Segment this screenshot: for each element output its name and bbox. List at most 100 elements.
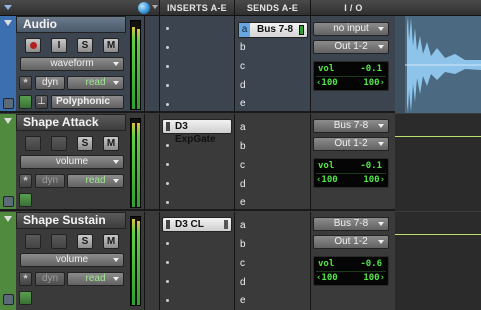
- track-view-selector[interactable]: volume: [20, 155, 124, 169]
- record-enable-button[interactable]: [25, 234, 41, 249]
- send-b-slot[interactable]: b: [240, 42, 246, 53]
- input-selector[interactable]: Bus 7-8: [313, 217, 389, 231]
- send-d-slot[interactable]: d: [240, 80, 246, 91]
- track-shape-sustain[interactable]: Shape Sustain S M volume * dyn read D3 C…: [0, 212, 481, 310]
- send-c-slot[interactable]: c: [240, 61, 245, 72]
- send-a-slot[interactable]: a: [240, 220, 246, 231]
- insert-slot-d[interactable]: [166, 280, 169, 283]
- insert-slot-c[interactable]: [166, 65, 169, 68]
- meter-left: [132, 123, 135, 207]
- expand-triangle-icon[interactable]: [4, 20, 12, 26]
- track-name[interactable]: Audio: [16, 16, 126, 33]
- volume-pan-display[interactable]: vol -0.1 ‹100 100›: [313, 158, 389, 188]
- edit-pencil-icon[interactable]: [19, 291, 32, 305]
- insert-slot-e[interactable]: [166, 201, 169, 204]
- automation-type-button[interactable]: dyn: [35, 174, 65, 188]
- track-name[interactable]: Shape Attack: [16, 114, 126, 131]
- insert-slot-d[interactable]: [166, 182, 169, 185]
- track-view-selector[interactable]: waveform: [20, 57, 124, 71]
- voice-selector[interactable]: Polyphonic: [51, 95, 124, 109]
- automation-type-button[interactable]: dyn: [35, 76, 65, 90]
- send-a-slot[interactable]: a Bus 7-8: [238, 22, 308, 38]
- track-name[interactable]: Shape Sustain: [16, 212, 126, 229]
- automation-mode-selector[interactable]: read: [67, 272, 124, 286]
- send-a-slot[interactable]: a: [240, 122, 246, 133]
- meter-right: [137, 123, 140, 207]
- solo-button[interactable]: S: [77, 234, 93, 249]
- automation-asterisk-icon[interactable]: *: [19, 76, 32, 90]
- insert-plugin-a[interactable]: D3 ExpGate: [162, 119, 232, 145]
- volume-automation-line[interactable]: [395, 136, 481, 137]
- waveform-graphic: [405, 16, 481, 113]
- insert-slot-b[interactable]: [166, 242, 169, 245]
- input-monitor-button[interactable]: [51, 136, 67, 151]
- insert-slot-a[interactable]: [166, 27, 169, 30]
- solo-button[interactable]: S: [77, 38, 93, 53]
- automation-mode-selector[interactable]: read: [67, 76, 124, 90]
- pan-left-value: ‹100: [316, 175, 338, 185]
- send-d-slot[interactable]: d: [240, 179, 246, 190]
- input-selector[interactable]: Bus 7-8: [313, 119, 389, 133]
- volume-pan-display[interactable]: vol -0.1 ‹100 100›: [313, 61, 389, 91]
- insert-slot-b[interactable]: [166, 46, 169, 49]
- expand-triangle-icon[interactable]: [4, 216, 12, 222]
- automation-asterisk-icon[interactable]: *: [19, 272, 32, 286]
- send-b-slot[interactable]: b: [240, 141, 246, 152]
- sends-header: SENDS A-E: [234, 0, 310, 16]
- volume-pan-display[interactable]: vol -0.6 ‹100 100›: [313, 256, 389, 286]
- send-d-slot[interactable]: d: [240, 277, 246, 288]
- insert-slot-d[interactable]: [166, 84, 169, 87]
- track-shape-attack[interactable]: Shape Attack S M volume * dyn read D3 Ex…: [0, 114, 481, 211]
- send-e-slot[interactable]: e: [240, 98, 246, 109]
- insert-slot-c[interactable]: [166, 163, 169, 166]
- send-b-slot[interactable]: b: [240, 239, 246, 250]
- divider: [144, 114, 145, 211]
- insert-slot-e[interactable]: [166, 103, 169, 106]
- automation-mode-selector[interactable]: read: [67, 174, 124, 188]
- volume-automation-region[interactable]: [395, 212, 481, 310]
- mute-button[interactable]: M: [103, 136, 119, 151]
- insert-slot-b[interactable]: [166, 144, 169, 147]
- input-monitor-button[interactable]: I: [51, 38, 67, 53]
- input-monitor-button[interactable]: [51, 234, 67, 249]
- chevron-down-icon[interactable]: [152, 5, 158, 9]
- track-audio[interactable]: Audio I S M waveform * dyn read ⊥ Polyph…: [0, 16, 481, 113]
- mute-button[interactable]: M: [103, 234, 119, 249]
- record-enable-button[interactable]: [25, 38, 41, 53]
- volume-automation-region[interactable]: [395, 114, 481, 211]
- level-meter: [130, 20, 141, 110]
- edit-pencil-icon[interactable]: [19, 95, 32, 109]
- plugin-status-icon: [224, 220, 228, 229]
- waveform-region[interactable]: [395, 16, 481, 113]
- expand-triangle-icon[interactable]: [4, 118, 12, 124]
- track-view-selector[interactable]: volume: [20, 253, 124, 267]
- automation-type-button[interactable]: dyn: [35, 272, 65, 286]
- pan-left-value: ‹100: [316, 273, 338, 283]
- meter-left: [132, 219, 135, 305]
- voice-person-icon[interactable]: ⊥: [35, 95, 48, 109]
- automation-asterisk-icon[interactable]: *: [19, 174, 32, 188]
- send-e-slot[interactable]: e: [240, 197, 246, 208]
- edit-pencil-icon[interactable]: [19, 193, 32, 207]
- send-e-slot[interactable]: e: [240, 295, 246, 306]
- mute-button[interactable]: M: [103, 38, 119, 53]
- output-selector[interactable]: Out 1-2: [313, 235, 389, 249]
- insert-plugin-a[interactable]: D3 CL: [162, 217, 232, 232]
- send-c-slot[interactable]: c: [240, 160, 245, 171]
- send-destination: Bus 7-8: [257, 24, 294, 35]
- insert-slot-e[interactable]: [166, 299, 169, 302]
- volume-automation-line[interactable]: [395, 234, 481, 235]
- divider: [159, 114, 160, 211]
- output-selector[interactable]: Out 1-2: [313, 40, 389, 54]
- divider: [316, 173, 386, 174]
- color-mode-icon[interactable]: [138, 2, 150, 14]
- output-selector[interactable]: Out 1-2: [313, 137, 389, 151]
- track-list-menu-icon[interactable]: [4, 5, 12, 10]
- send-c-slot[interactable]: c: [240, 258, 245, 269]
- insert-slot-c[interactable]: [166, 261, 169, 264]
- solo-button[interactable]: S: [77, 136, 93, 151]
- input-selector[interactable]: no input: [313, 22, 389, 36]
- track-type-icon: [3, 196, 14, 207]
- record-enable-button[interactable]: [25, 136, 41, 151]
- divider: [144, 16, 145, 113]
